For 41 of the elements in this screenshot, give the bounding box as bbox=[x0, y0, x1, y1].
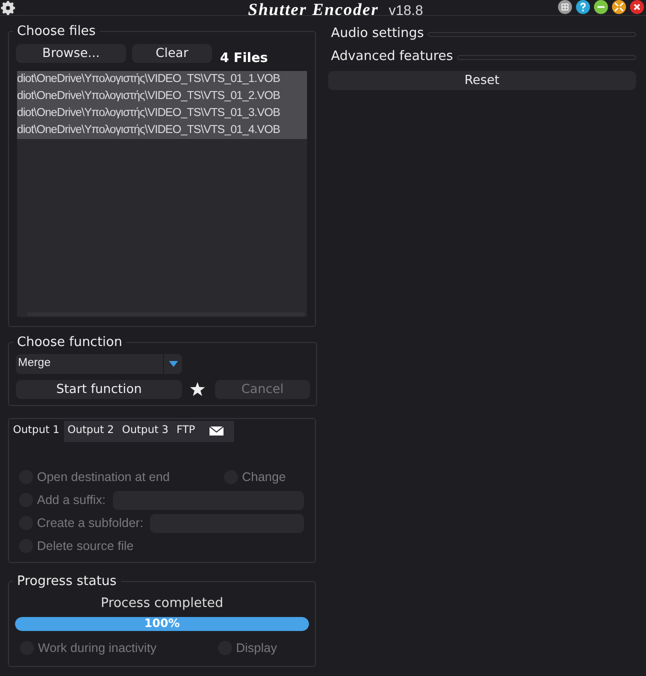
start-function-button[interactable]: Start function bbox=[16, 380, 182, 398]
file-row[interactable]: diot\OneDrive\Υπολογιστής\VIDEO_TS\VTS_01_1.VOB bbox=[17, 70, 307, 88]
file-row[interactable]: diot\OneDrive\Υπολογιστής\VIDEO_TS\VTS_01_3.VOB bbox=[17, 104, 307, 122]
section-title: Choose function bbox=[16, 334, 124, 352]
file-row[interactable]: diot\OneDrive\Υπολογιστής\VIDEO_TS\VTS_01_2.VOB bbox=[17, 88, 307, 104]
settings-icon[interactable] bbox=[1, 0, 15, 14]
section-header[interactable]: Advanced features bbox=[327, 47, 636, 67]
progress-reading: 100% bbox=[144, 616, 180, 630]
file-row[interactable]: diot\OneDrive\Υπολογιστής\VIDEO_TS\VTS_01_4.VOB bbox=[17, 122, 307, 138]
option-label: Change bbox=[242, 468, 286, 486]
section-header[interactable]: Audio settings bbox=[327, 24, 636, 44]
option-label: Add a suffix: bbox=[37, 492, 106, 509]
close-icon[interactable] bbox=[630, 0, 644, 14]
option-label: Display bbox=[236, 640, 277, 657]
option-label: Work during inactivity bbox=[38, 640, 157, 657]
section-title: Audio settings bbox=[330, 25, 425, 44]
app-title: Shutter Encoder bbox=[248, 0, 379, 21]
option-label: Delete source file bbox=[37, 538, 134, 555]
output-tab[interactable]: Output 3 bbox=[118, 420, 172, 442]
star-icon[interactable] bbox=[190, 382, 205, 396]
help-icon[interactable] bbox=[576, 0, 590, 14]
option-label: Open destination at end bbox=[37, 468, 170, 486]
version-label: v18.8 bbox=[388, 1, 423, 20]
clear-button[interactable]: Clear bbox=[132, 44, 212, 62]
output-tab[interactable] bbox=[199, 420, 234, 442]
option-label: Create a subfolder: bbox=[37, 514, 144, 532]
output-tab[interactable]: Output 2 bbox=[64, 420, 118, 442]
browse-button[interactable]: Browse... bbox=[16, 44, 126, 62]
output-tab[interactable]: FTP bbox=[172, 420, 200, 442]
section-title: Advanced features bbox=[330, 48, 454, 66]
function-dropdown[interactable]: Merge bbox=[16, 354, 182, 374]
section-title: Choose files bbox=[16, 23, 97, 41]
mail-icon bbox=[209, 426, 224, 436]
status-message: Process completed bbox=[100, 595, 224, 613]
file-count: 4 Files bbox=[220, 50, 268, 68]
section-title: Progress status bbox=[16, 572, 118, 590]
reset-button[interactable]: Reset bbox=[328, 71, 636, 90]
minimize-icon[interactable] bbox=[594, 0, 608, 14]
grid-icon[interactable] bbox=[558, 0, 572, 14]
caret-icon bbox=[168, 360, 178, 366]
maximize-icon[interactable] bbox=[612, 0, 626, 14]
